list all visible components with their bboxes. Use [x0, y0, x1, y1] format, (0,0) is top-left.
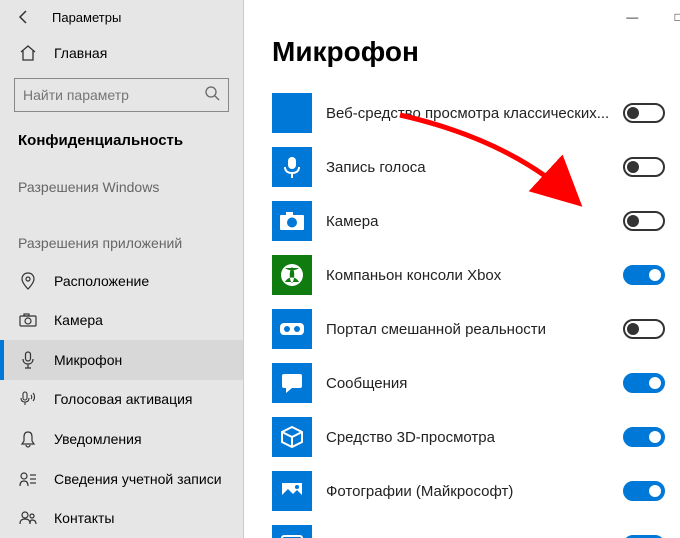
sidebar-item-label: Сведения учетной записи — [54, 471, 222, 487]
account-icon — [18, 471, 38, 487]
location-icon — [18, 272, 38, 290]
sidebar-item-microphone[interactable]: Микрофон — [0, 340, 243, 380]
window-title: Параметры — [52, 10, 121, 25]
sidebar-item-camera[interactable]: Камера — [0, 300, 243, 340]
toggle-switch[interactable] — [623, 157, 665, 177]
sidebar-item-notifications[interactable]: Уведомления — [0, 419, 243, 459]
sidebar-item-label: Расположение — [54, 273, 149, 289]
toggle-switch[interactable] — [623, 373, 665, 393]
blank-icon — [272, 93, 312, 133]
camera-icon — [18, 313, 38, 327]
minimize-button[interactable]: — — [609, 0, 655, 34]
bell-icon — [18, 430, 38, 448]
sidebar-item-label: Уведомления — [54, 431, 142, 447]
app-label: Компаньон консоли Xbox — [326, 267, 609, 284]
app-label: Портал смешанной реальности — [326, 321, 609, 338]
app-row: Средство 3D-просмотраВкл. — [272, 410, 680, 464]
app-label: Камера — [326, 213, 609, 230]
window-controls: — □ ✕ — [609, 0, 680, 34]
app-permission-list: Веб-средство просмотра классических...От… — [244, 86, 680, 538]
app-label: Сообщения — [326, 375, 609, 392]
sidebar-item-voice-activation[interactable]: Голосовая активация — [0, 380, 243, 420]
toggle-switch[interactable] — [623, 103, 665, 123]
sidebar-item-label: Камера — [54, 312, 103, 328]
home-icon — [18, 44, 38, 62]
category-heading: Конфиденциальность — [0, 122, 243, 163]
sidebar-item-contacts[interactable]: Контакты — [0, 498, 243, 538]
voice-activation-icon — [18, 391, 38, 407]
app-row: Веб-средство просмотра классических...От… — [272, 86, 680, 140]
sidebar: Параметры Главная Конфиденциальность Раз… — [0, 0, 244, 538]
app-row: Фотографии (Майкрософт)Вкл. — [272, 464, 680, 518]
toggle-switch[interactable] — [623, 319, 665, 339]
home-label: Главная — [54, 45, 107, 61]
app-row: Центр отзывовВкл. — [272, 518, 680, 538]
group-app-perms: Разрешения приложений — [0, 205, 243, 261]
photos-icon — [272, 471, 312, 511]
toggle-switch[interactable] — [623, 265, 665, 285]
toggle-switch[interactable] — [623, 211, 665, 231]
toggle-switch[interactable] — [623, 481, 665, 501]
app-label: Веб-средство просмотра классических... — [326, 105, 609, 122]
search-box[interactable] — [14, 78, 229, 112]
sidebar-item-account-info[interactable]: Сведения учетной записи — [0, 459, 243, 499]
app-row: Компаньон консоли XboxВкл. — [272, 248, 680, 302]
app-row: КамераОткл. — [272, 194, 680, 248]
search-input[interactable] — [23, 87, 204, 103]
sidebar-item-label: Голосовая активация — [54, 391, 193, 407]
home-link[interactable]: Главная — [0, 34, 243, 72]
app-row: СообщенияВкл. — [272, 356, 680, 410]
group-windows-perms: Разрешения Windows — [0, 163, 243, 205]
app-row: Запись голосаОткл. — [272, 140, 680, 194]
sidebar-item-label: Контакты — [54, 510, 114, 526]
messaging-icon — [272, 363, 312, 403]
sidebar-item-label: Микрофон — [54, 352, 122, 368]
3d-viewer-icon — [272, 417, 312, 457]
contacts-icon — [18, 511, 38, 525]
microphone-icon — [18, 351, 38, 369]
back-button[interactable] — [6, 0, 42, 34]
mixed-reality-icon — [272, 309, 312, 349]
title-bar: Параметры — [0, 0, 243, 34]
camera-icon — [272, 201, 312, 241]
maximize-button[interactable]: □ — [655, 0, 680, 34]
toggle-switch[interactable] — [623, 427, 665, 447]
app-row: Портал смешанной реальностиОткл. — [272, 302, 680, 356]
app-label: Запись голоса — [326, 159, 609, 176]
app-label: Средство 3D-просмотра — [326, 429, 609, 446]
voice-recorder-icon — [272, 147, 312, 187]
feedback-icon — [272, 525, 312, 538]
sidebar-item-location[interactable]: Расположение — [0, 261, 243, 301]
xbox-icon — [272, 255, 312, 295]
main-panel: — □ ✕ Микрофон Веб-средство просмотра кл… — [244, 0, 680, 538]
app-label: Фотографии (Майкрософт) — [326, 483, 609, 500]
search-container — [0, 72, 243, 122]
search-icon — [204, 85, 220, 104]
